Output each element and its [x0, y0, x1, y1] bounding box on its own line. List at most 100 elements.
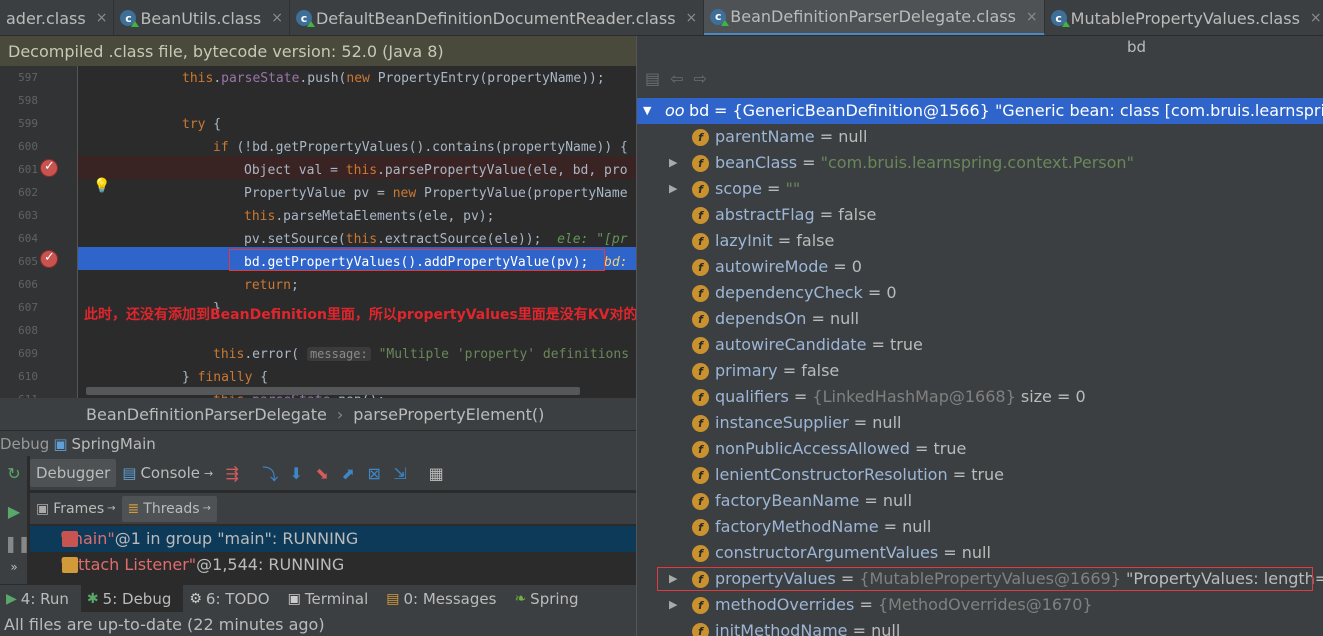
- pause-icon[interactable]: ❚❚: [4, 534, 31, 554]
- line-number: 606: [18, 278, 38, 291]
- back-arrow-icon[interactable]: ⇦: [670, 69, 683, 88]
- variable-field-row[interactable]: f factoryBeanName = null: [637, 488, 1323, 514]
- field-icon: f: [692, 129, 709, 146]
- toolwindow-terminal[interactable]: ▣ Terminal: [282, 585, 381, 613]
- editor-tab[interactable]: c DefaultBeanDefinitionDocumentReader.cla…: [290, 0, 705, 35]
- toolwindow-terminal-label: Terminal: [304, 589, 369, 608]
- toolwindow-debug[interactable]: ✱ 5: Debug: [80, 584, 184, 613]
- close-icon[interactable]: ×: [686, 10, 698, 26]
- variable-field-row[interactable]: f factoryMethodName = null: [637, 514, 1323, 540]
- field-name: methodOverrides = {MethodOverrides@1670}: [715, 595, 1093, 614]
- field-name: dependencyCheck = 0: [715, 283, 897, 302]
- close-icon[interactable]: ×: [96, 10, 108, 26]
- tab-frames[interactable]: ▣ Frames →: [30, 496, 122, 522]
- toolwindow-run[interactable]: ▶ 4: Run: [0, 585, 81, 613]
- thread-row[interactable]: "Attach Listener"@1,544: RUNNING: [30, 552, 636, 578]
- close-icon[interactable]: ×: [1026, 9, 1038, 25]
- variable-field-row[interactable]: ▶ f beanClass = "com.bruis.learnspring.con…: [637, 150, 1323, 176]
- variable-field-row[interactable]: f nonPublicAccessAllowed = true: [637, 436, 1323, 462]
- close-icon[interactable]: ×: [1310, 10, 1322, 26]
- variable-field-row[interactable]: ▶ f scope = "": [637, 176, 1323, 202]
- evaluate-expression-icon[interactable]: ▦: [423, 460, 449, 486]
- line-number: 603: [18, 209, 38, 222]
- code-editor[interactable]: 597 598 599 600 601 602 603 604 605 606 607 608 609 6…: [0, 66, 636, 398]
- variable-field-row[interactable]: ▶ f methodOverrides = {MethodOverrides@167…: [637, 592, 1323, 618]
- step-into-icon[interactable]: ⬇: [283, 460, 309, 486]
- breakpoint-icon[interactable]: [40, 159, 58, 177]
- variable-field-row[interactable]: f abstractFlag = false: [637, 202, 1323, 228]
- field-icon: f: [692, 519, 709, 536]
- rerun-icon[interactable]: ↻: [4, 464, 24, 484]
- breadcrumb-method[interactable]: parsePropertyElement(): [353, 405, 544, 424]
- thread-suspended-icon: [62, 531, 78, 547]
- frames-icon: ▣: [36, 500, 50, 517]
- editor-tab[interactable]: c MutablePropertyValues.class ×: [1045, 0, 1323, 35]
- tab-console[interactable]: ▤ Console →: [116, 459, 219, 487]
- variable-field-row[interactable]: f dependencyCheck = 0: [637, 280, 1323, 306]
- editor-tab-label: ader.class: [6, 8, 86, 28]
- debug-side-toolbar: ↻ ▶ ❚❚ »: [0, 456, 31, 584]
- tab-threads-label: Threads: [143, 500, 200, 517]
- thread-row[interactable]: "main"@1 in group "main": RUNNING: [30, 526, 636, 552]
- variable-field-row[interactable]: f qualifiers = {LinkedHashMap@1668} size …: [637, 384, 1323, 410]
- step-over-icon[interactable]: ⤵: [257, 460, 283, 486]
- editor-tab-label: BeanDefinitionParserDelegate.class: [730, 7, 1016, 26]
- tab-threads[interactable]: ≣ Threads →: [121, 495, 217, 522]
- expand-arrow-icon[interactable]: ▶: [669, 150, 677, 176]
- variable-field-row[interactable]: f dependsOn = null: [637, 306, 1323, 332]
- toolwindow-messages[interactable]: ▤ 0: Messages: [380, 585, 508, 613]
- field-name: constructorArgumentValues = null: [715, 543, 991, 562]
- editor-tab[interactable]: c BeanUtils.class ×: [114, 0, 290, 35]
- editor-tab[interactable]: c BeanDefinitionParserDelegate.class ×: [704, 0, 1045, 35]
- lightbulb-icon[interactable]: 💡: [93, 178, 110, 194]
- more-icon[interactable]: »: [4, 560, 24, 580]
- tab-debugger[interactable]: Debugger: [30, 459, 117, 487]
- field-name: initMethodName = null: [715, 621, 901, 636]
- tab-frames-label: Frames: [53, 500, 105, 517]
- field-name: factoryMethodName = null: [715, 517, 932, 536]
- toolwindow-spring[interactable]: ❧ Spring: [508, 585, 590, 613]
- variable-field-row[interactable]: f parentName = null: [637, 124, 1323, 150]
- variable-field-row[interactable]: f autowireCandidate = true: [637, 332, 1323, 358]
- show-execution-point-icon[interactable]: ⇶: [219, 460, 245, 486]
- force-step-into-icon[interactable]: ⬊: [309, 460, 335, 486]
- expand-arrow-icon[interactable]: ▶: [669, 176, 677, 202]
- status-bar: All files are up-to-date (22 minutes ago…: [0, 612, 636, 636]
- variable-field-row[interactable]: f lazyInit = false: [637, 228, 1323, 254]
- horizontal-scrollbar[interactable]: [86, 387, 580, 395]
- thread-status: @1,544: RUNNING: [196, 555, 345, 574]
- debug-config-name[interactable]: SpringMain: [72, 435, 156, 453]
- variable-field-row[interactable]: f constructorArgumentValues = null: [637, 540, 1323, 566]
- toolwindow-messages-label: 0: Messages: [403, 589, 497, 608]
- editor-gutter[interactable]: 597 598 599 600 601 602 603 604 605 606 607 608 609 6…: [0, 66, 78, 398]
- editor-tab[interactable]: ader.class ×: [0, 0, 115, 35]
- threads-icon: ≣: [127, 500, 140, 517]
- variables-popup[interactable]: bd ▤ ⇦ ⇨ ▼ oo bd = {GenericBeanDefinitio…: [636, 36, 1323, 636]
- run-to-cursor-icon[interactable]: ⇲: [387, 460, 413, 486]
- variable-field-row[interactable]: f instanceSupplier = null: [637, 410, 1323, 436]
- variable-field-row[interactable]: f initMethodName = null: [637, 618, 1323, 636]
- variable-field-row[interactable]: f lenientConstructorResolution = true: [637, 462, 1323, 488]
- annotation-text: 此时，还没有添加到BeanDefinition里面，所以propertyValu…: [84, 307, 636, 323]
- breakpoint-icon[interactable]: [40, 250, 58, 268]
- thread-name: "Attach Listener": [60, 555, 197, 574]
- thread-icon: [62, 557, 78, 573]
- pin-arrow-icon: →: [202, 503, 211, 514]
- forward-arrow-icon[interactable]: ⇨: [694, 69, 707, 88]
- variable-field-row[interactable]: f primary = false: [637, 358, 1323, 384]
- field-name: dependsOn = null: [715, 309, 860, 328]
- resume-icon[interactable]: ▶: [4, 502, 24, 522]
- line-number: 610: [18, 370, 38, 383]
- drop-frame-icon[interactable]: ⊠: [361, 460, 387, 486]
- step-out-icon[interactable]: ⬈: [335, 460, 361, 486]
- variable-field-row[interactable]: f autowireMode = 0: [637, 254, 1323, 280]
- field-name: autowireCandidate = true: [715, 335, 923, 354]
- variable-root-row[interactable]: ▼ oo bd = {GenericBeanDefinition@1566} "…: [637, 98, 1323, 124]
- close-icon[interactable]: ×: [271, 10, 283, 26]
- breadcrumb-class[interactable]: BeanDefinitionParserDelegate: [86, 405, 327, 424]
- collapse-icon[interactable]: ▼: [643, 98, 651, 124]
- editor-tab-label: DefaultBeanDefinitionDocumentReader.clas…: [315, 8, 676, 28]
- toolwindow-todo[interactable]: ⚙ 6: TODO: [183, 585, 281, 613]
- watch-icon[interactable]: ▤: [645, 69, 660, 88]
- expand-arrow-icon[interactable]: ▶: [669, 592, 677, 618]
